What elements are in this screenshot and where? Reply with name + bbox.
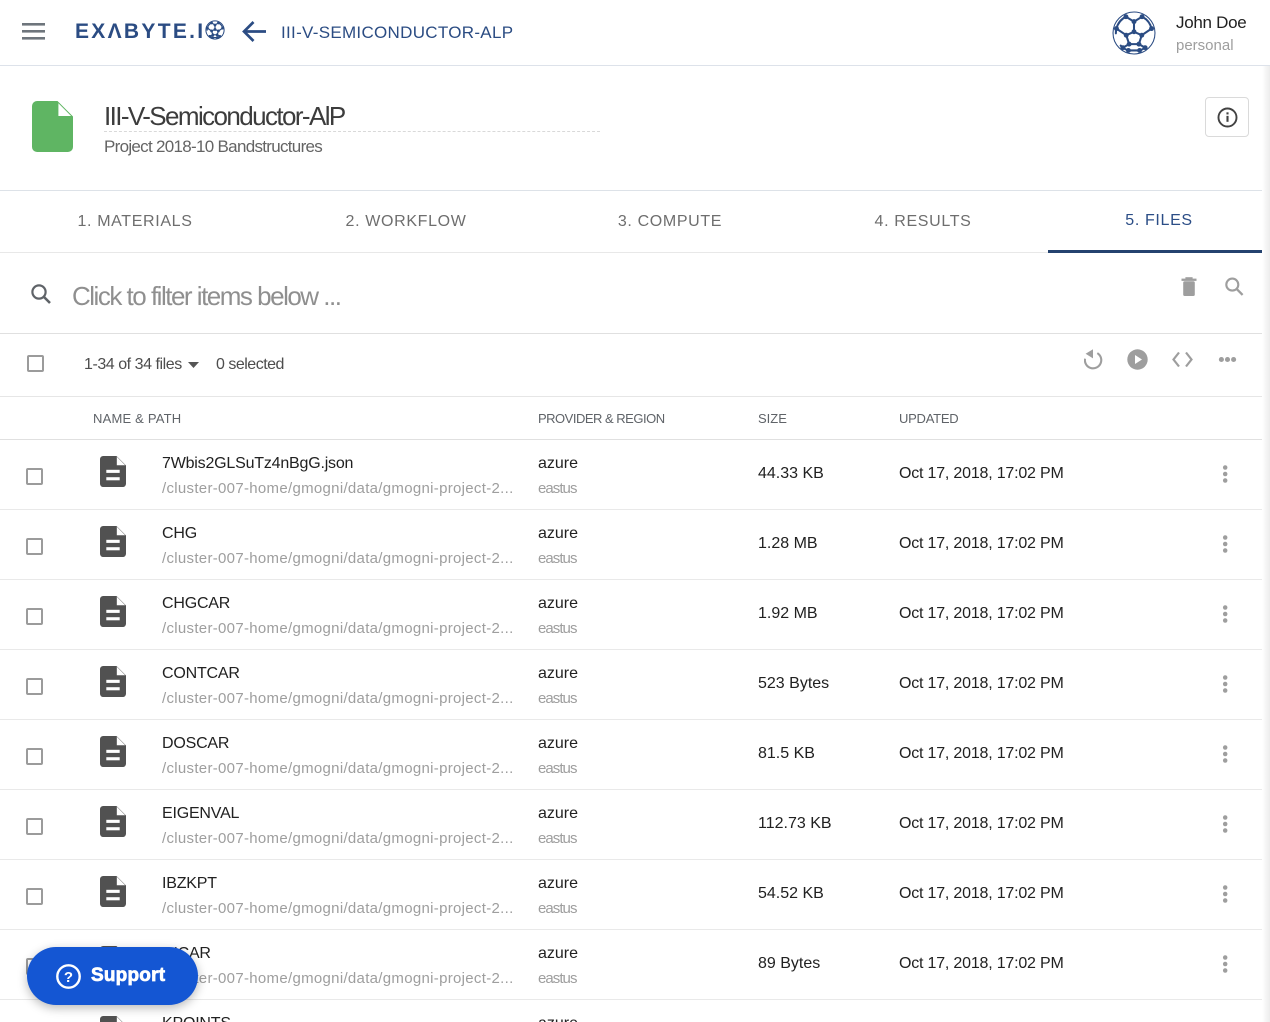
- svg-text:?: ?: [64, 969, 73, 986]
